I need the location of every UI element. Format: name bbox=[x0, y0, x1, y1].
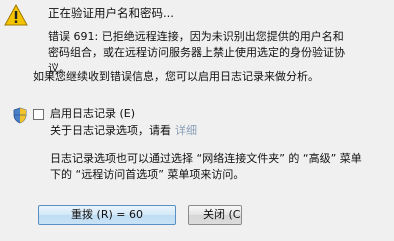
enable-logging-checkbox[interactable] bbox=[33, 109, 44, 120]
about-logging-label: 关于日志记录选项，请看 bbox=[50, 124, 171, 137]
description-line: 日志记录选项也可以通过选择 “网络连接文件夹” 的 “高级” 菜单 bbox=[50, 152, 362, 165]
error-line: 密码组合，或在远程访问服务器上禁止使用选定的身份验证协 bbox=[48, 46, 345, 59]
hint-text: 如果您继续收到错误信息，您可以启用日志记录来做分析。 bbox=[33, 70, 319, 83]
error-line: 错误 691: 已拒绝远程连接，因为未识别出您提供的用户名和 bbox=[48, 30, 344, 43]
warning-icon bbox=[4, 4, 28, 26]
close-button[interactable]: 关闭 (C) bbox=[188, 205, 242, 225]
enable-logging-label[interactable]: 启用日志记录 (E) bbox=[50, 106, 135, 122]
about-logging-text: 关于日志记录选项，请看 详细 bbox=[50, 123, 197, 139]
status-text: 正在验证用户名和密码... bbox=[48, 6, 174, 20]
shield-icon bbox=[13, 107, 27, 124]
redial-button[interactable]: 重拨 (R) = 60 bbox=[38, 205, 176, 225]
details-link[interactable]: 详细 bbox=[175, 124, 197, 137]
logging-description: 日志记录选项也可以通过选择 “网络连接文件夹” 的 “高级” 菜单 下的 “远程… bbox=[50, 151, 362, 183]
description-line: 下的 “远程访问首选项” 菜单项来访问。 bbox=[50, 168, 245, 181]
